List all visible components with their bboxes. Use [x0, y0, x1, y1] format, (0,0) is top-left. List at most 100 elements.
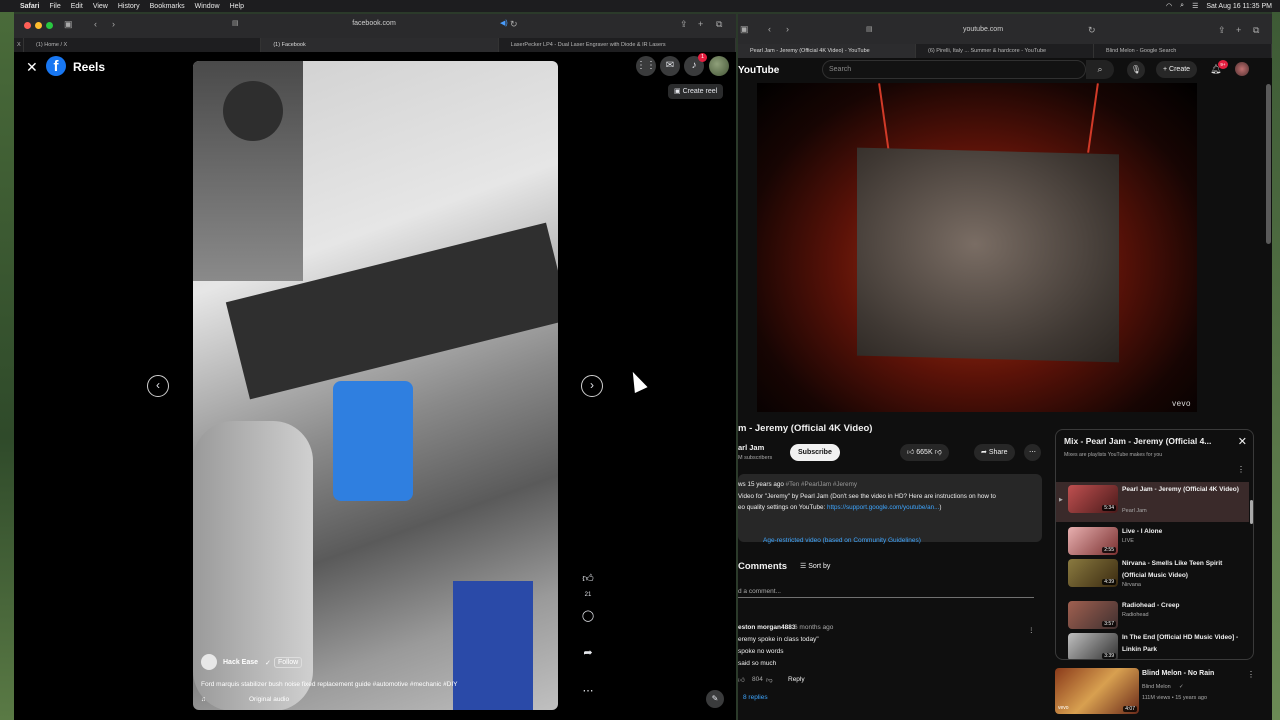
share-button[interactable]: ➦ Share — [974, 444, 1015, 461]
tab-youtube-2[interactable]: (6) Pirelli, Italy ... Summer & hardcore… — [916, 44, 1094, 58]
youtube-logo[interactable]: YouTube — [738, 65, 779, 76]
menu-bookmarks[interactable]: Bookmarks — [150, 3, 185, 10]
create-button[interactable]: + Create — [1156, 61, 1198, 78]
back-arrow-icon[interactable]: ‹ — [768, 24, 771, 34]
more-options-icon[interactable]: ⋯ — [580, 684, 596, 697]
safari-toolbar: ▣ ‹ › ▤ facebook.com ◀) ↻ ⇪ + ⧉ — [14, 14, 736, 38]
comment-author[interactable]: eston morgan4883 — [738, 624, 795, 631]
search-input[interactable]: Search — [822, 60, 1086, 79]
mix-item[interactable]: 4:39 Nirvana - Smells Like Teen Spirit (… — [1056, 556, 1249, 596]
share-arrow-icon: ➦ — [981, 449, 989, 456]
reload-icon[interactable]: ↻ — [510, 19, 518, 30]
reel-video[interactable]: Hack Ease ✓ Follow Ford marquis stabiliz… — [193, 61, 558, 710]
microphone-icon[interactable]: 🎙︎ — [1127, 61, 1145, 79]
recommended-menu-icon[interactable]: ⋮ — [1247, 670, 1255, 679]
mix-thumbnail: 3:57 — [1068, 601, 1118, 629]
page-icon: ▤ — [866, 26, 873, 33]
thumbs-down-icon[interactable]: 👎︎ — [933, 449, 942, 456]
forward-arrow-icon[interactable]: › — [786, 24, 789, 34]
more-actions-icon[interactable]: ⋯ — [1024, 444, 1041, 461]
menu-grid-icon[interactable]: ⋮⋮ — [636, 56, 656, 76]
close-window-button[interactable] — [24, 22, 31, 29]
next-reel-button[interactable]: › — [581, 375, 603, 397]
x-pinned-icon[interactable]: X — [14, 38, 24, 52]
menu-file[interactable]: File — [49, 3, 60, 10]
reel-author-name[interactable]: Hack Ease — [223, 659, 258, 666]
share-reel-icon[interactable]: ➦ — [580, 646, 596, 659]
mix-item[interactable]: 3:39 In The End [Official HD Music Video… — [1056, 630, 1249, 659]
address-bar[interactable]: youtube.com — [888, 26, 1078, 33]
profile-avatar[interactable] — [709, 56, 729, 76]
new-tab-icon[interactable]: + — [1236, 25, 1241, 35]
menu-edit[interactable]: Edit — [71, 3, 83, 10]
menubar-datetime[interactable]: Sat Aug 16 11:35 PM — [1206, 3, 1272, 10]
description-line-suffix: ) — [939, 504, 942, 511]
menu-app-safari[interactable]: Safari — [20, 3, 39, 10]
mix-menu-icon[interactable]: ⋮ — [1237, 465, 1245, 474]
profile-avatar[interactable] — [1235, 62, 1249, 76]
follow-button[interactable]: Follow — [274, 657, 303, 668]
reel-caption: Ford marquis stabilizer bush noise fixed… — [201, 681, 458, 688]
description-link[interactable]: https://support.google.com/youtube/an... — [827, 504, 939, 511]
tab-x-home[interactable]: (1) Home / X — [24, 38, 262, 52]
mix-item[interactable]: ▶ 5:34 Pearl Jam - Jeremy (Official 4K V… — [1056, 482, 1249, 522]
menu-history[interactable]: History — [118, 3, 140, 10]
share-icon[interactable]: ⇪ — [1218, 25, 1226, 36]
sidebar-icon[interactable]: ▣ — [64, 19, 73, 30]
previous-reel-button[interactable]: ‹ — [147, 375, 169, 397]
search-icon[interactable]: ⌕ — [1180, 2, 1184, 10]
wifi-icon[interactable]: ◠ — [1166, 2, 1172, 10]
add-comment-input[interactable]: d a comment... — [738, 588, 1034, 598]
facebook-logo-icon[interactable]: f — [46, 56, 66, 76]
sidebar-icon[interactable]: ▣ — [740, 24, 749, 35]
minimize-window-button[interactable] — [35, 22, 42, 29]
share-icon[interactable]: ⇪ — [680, 19, 688, 30]
comment-like-icon[interactable]: 👍︎ — [738, 676, 745, 684]
close-reels-icon[interactable]: ✕ — [26, 59, 38, 76]
channel-name[interactable]: arl Jam — [738, 443, 764, 452]
back-arrow-icon[interactable]: ‹ — [94, 19, 97, 29]
address-bar[interactable]: facebook.com — [254, 20, 494, 27]
page-scrollbar[interactable] — [1266, 84, 1271, 244]
create-reel-button[interactable]: ▣ Create reel — [668, 84, 724, 99]
forward-arrow-icon[interactable]: › — [112, 19, 115, 29]
messenger-icon[interactable]: ✉ — [660, 56, 680, 76]
close-mix-icon[interactable]: ✕ — [1238, 435, 1247, 448]
description-hashtags[interactable]: #Ten #PearlJam #Jeremy — [786, 481, 857, 488]
like-button[interactable]: 👍︎ 665K 👎︎ — [900, 444, 949, 461]
comment-dislike-icon[interactable]: 👎︎ — [766, 676, 773, 684]
zoom-window-button[interactable] — [46, 22, 53, 29]
recommended-channel[interactable]: Blind Melon — [1142, 684, 1171, 690]
tab-pearl-jam[interactable]: Pearl Jam - Jeremy (Official 4K Video) -… — [738, 44, 916, 58]
tab-blind-melon-search[interactable]: Blind Melon - Google Search — [1094, 44, 1272, 58]
video-description[interactable]: ws 15 years ago #Ten #PearlJam #Jeremy V… — [738, 474, 1042, 542]
tab-overview-icon[interactable]: ⧉ — [716, 19, 722, 30]
comment-menu-icon[interactable]: ⋮ — [1028, 626, 1035, 634]
subscribe-button[interactable]: Subscribe — [790, 444, 840, 461]
menu-window[interactable]: Window — [195, 3, 220, 10]
reel-audio[interactable]: Original audio — [249, 696, 289, 703]
tab-laserpecker[interactable]: LaserPecker LP4 - Dual Laser Engraver wi… — [499, 38, 736, 52]
sort-by-button[interactable]: ☰ Sort by — [800, 562, 830, 570]
reload-icon[interactable]: ↻ — [1088, 25, 1096, 36]
recommended-video[interactable]: vevo 4:07 Blind Melon - No Rain Blind Me… — [1055, 668, 1255, 716]
mix-title[interactable]: Mix - Pearl Jam - Jeremy (Official 4... — [1064, 436, 1211, 446]
tab-facebook[interactable]: (1) Facebook — [261, 38, 499, 52]
menu-view[interactable]: View — [93, 3, 108, 10]
reel-author-avatar[interactable] — [201, 654, 217, 670]
like-icon[interactable]: 👍︎ — [580, 572, 596, 585]
menu-help[interactable]: Help — [230, 3, 244, 10]
control-center-icon[interactable]: ☰ — [1192, 2, 1198, 10]
new-tab-icon[interactable]: + — [698, 19, 703, 29]
audio-playing-icon[interactable]: ◀) — [500, 19, 508, 27]
video-player[interactable]: vevo — [757, 83, 1197, 412]
mix-thumbnail: 4:39 — [1068, 559, 1118, 587]
age-restriction-link[interactable]: Age-restricted video (based on Community… — [763, 537, 921, 544]
comment-reply-button[interactable]: Reply — [788, 676, 805, 683]
search-icon[interactable]: ⌕ — [1086, 60, 1114, 79]
tab-overview-icon[interactable]: ⧉ — [1253, 25, 1259, 36]
comment-replies-toggle[interactable]: 8 replies — [743, 694, 768, 701]
mix-scrollbar[interactable] — [1250, 500, 1253, 524]
comment-icon[interactable]: ◯ — [580, 609, 596, 622]
compose-icon[interactable]: ✎ — [706, 690, 724, 708]
